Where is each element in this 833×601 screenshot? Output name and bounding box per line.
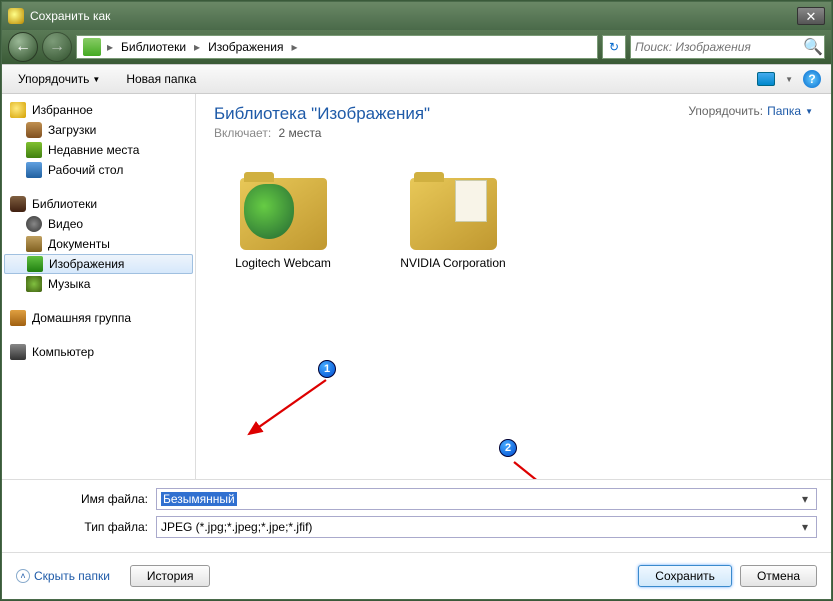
sidebar-recent[interactable]: Недавние места bbox=[2, 140, 195, 160]
sidebar-favorites[interactable]: Избранное bbox=[2, 100, 195, 120]
refresh-button[interactable]: ↻ bbox=[602, 35, 626, 59]
filetype-value: JPEG (*.jpg;*.jpeg;*.jpe;*.jfif) bbox=[161, 520, 312, 534]
help-button[interactable]: ? bbox=[803, 70, 821, 88]
sidebar[interactable]: Избранное Загрузки Недавние места Рабочи… bbox=[2, 94, 196, 479]
sidebar-item-label: Компьютер bbox=[32, 345, 94, 359]
hide-folders-label: Скрыть папки bbox=[34, 569, 110, 583]
filetype-select[interactable]: JPEG (*.jpg;*.jpeg;*.jpe;*.jfif) ▾ bbox=[156, 516, 817, 538]
breadcrumb-libraries[interactable]: Библиотеки bbox=[115, 40, 192, 54]
search-input[interactable] bbox=[631, 40, 802, 54]
sidebar-item-label: Недавние места bbox=[48, 143, 139, 157]
breadcrumb[interactable]: ▸ Библиотеки ▸ Изображения ▸ bbox=[76, 35, 598, 59]
homegroup-icon bbox=[10, 310, 26, 326]
close-button[interactable]: ✕ bbox=[797, 7, 825, 25]
titlebar: Сохранить как ✕ bbox=[2, 2, 831, 30]
annotation-arrow-2 bbox=[506, 454, 626, 479]
window-title: Сохранить как bbox=[30, 9, 110, 23]
sidebar-item-label: Документы bbox=[48, 237, 110, 251]
chevron-right-icon[interactable]: ▸ bbox=[292, 40, 298, 54]
sort-label: Упорядочить: bbox=[688, 104, 763, 118]
search-box[interactable]: 🔍 bbox=[630, 35, 825, 59]
sidebar-item-label: Загрузки bbox=[48, 123, 96, 137]
view-mode-button[interactable] bbox=[757, 72, 775, 86]
chevron-up-icon: ˄ bbox=[16, 569, 30, 583]
nav-bar: ← → ▸ Библиотеки ▸ Изображения ▸ ↻ 🔍 bbox=[2, 30, 831, 64]
content-area: Библиотека "Изображения" Включает: 2 мес… bbox=[196, 94, 831, 479]
sidebar-item-label: Рабочий стол bbox=[48, 163, 123, 177]
chevron-down-icon[interactable]: ▼ bbox=[785, 75, 793, 84]
sidebar-item-label: Домашняя группа bbox=[32, 311, 131, 325]
folder-logitech[interactable]: Logitech Webcam bbox=[218, 170, 348, 270]
video-icon bbox=[26, 216, 42, 232]
folder-nvidia[interactable]: NVIDIA Corporation bbox=[388, 170, 518, 270]
library-title: Библиотека "Изображения" bbox=[214, 104, 430, 124]
sidebar-homegroup[interactable]: Домашняя группа bbox=[2, 308, 195, 328]
recent-icon bbox=[26, 142, 42, 158]
folder-label: Logitech Webcam bbox=[218, 256, 348, 270]
new-folder-button[interactable]: Новая папка bbox=[120, 68, 202, 90]
sidebar-music[interactable]: Музыка bbox=[2, 274, 195, 294]
chevron-down-icon: ▼ bbox=[92, 75, 100, 84]
computer-icon bbox=[10, 344, 26, 360]
chevron-right-icon[interactable]: ▸ bbox=[194, 40, 200, 54]
filename-input[interactable]: Безымянный ▾ bbox=[156, 488, 817, 510]
sidebar-item-label: Видео bbox=[48, 217, 83, 231]
breadcrumb-images[interactable]: Изображения bbox=[202, 40, 289, 54]
sidebar-computer[interactable]: Компьютер bbox=[2, 342, 195, 362]
save-dialog: Сохранить как ✕ ← → ▸ Библиотеки ▸ Изобр… bbox=[1, 1, 832, 600]
save-button[interactable]: Сохранить bbox=[638, 565, 732, 587]
desktop-icon bbox=[26, 162, 42, 178]
sidebar-video[interactable]: Видео bbox=[2, 214, 195, 234]
music-icon bbox=[26, 276, 42, 292]
folder-icon bbox=[406, 170, 501, 250]
forward-button[interactable]: → bbox=[42, 32, 72, 62]
sidebar-libraries[interactable]: Библиотеки bbox=[2, 194, 195, 214]
sidebar-item-label: Музыка bbox=[48, 277, 90, 291]
sidebar-item-label: Библиотеки bbox=[32, 197, 97, 211]
folder-icon bbox=[236, 170, 331, 250]
library-icon bbox=[10, 196, 26, 212]
filetype-label: Тип файла: bbox=[16, 520, 156, 534]
downloads-icon bbox=[26, 122, 42, 138]
chevron-down-icon[interactable]: ▾ bbox=[798, 492, 812, 506]
chevron-down-icon: ▼ bbox=[805, 107, 813, 116]
sidebar-item-label: Изображения bbox=[49, 257, 124, 271]
chevron-right-icon[interactable]: ▸ bbox=[107, 40, 113, 54]
annotation-2: 2 bbox=[499, 439, 517, 457]
hide-folders-link[interactable]: ˄ Скрыть папки bbox=[16, 569, 110, 583]
search-icon[interactable]: 🔍 bbox=[802, 37, 824, 57]
cancel-button[interactable]: Отмена bbox=[740, 565, 817, 587]
folder-label: NVIDIA Corporation bbox=[388, 256, 518, 270]
filename-label: Имя файла: bbox=[16, 492, 156, 506]
library-subtitle: Включает: 2 места bbox=[214, 126, 430, 140]
annotation-1: 1 bbox=[318, 360, 336, 378]
history-button[interactable]: История bbox=[130, 565, 211, 587]
sort-value: Папка bbox=[767, 104, 801, 118]
sidebar-desktop[interactable]: Рабочий стол bbox=[2, 160, 195, 180]
location-icon bbox=[83, 38, 101, 56]
app-icon bbox=[8, 8, 24, 24]
sidebar-images[interactable]: Изображения bbox=[4, 254, 193, 274]
sort-by[interactable]: Упорядочить: Папка ▼ bbox=[688, 104, 813, 118]
toolbar: Упорядочить ▼ Новая папка ▼ ? bbox=[2, 64, 831, 94]
organize-menu[interactable]: Упорядочить ▼ bbox=[12, 68, 106, 90]
sidebar-documents[interactable]: Документы bbox=[2, 234, 195, 254]
form-area: Имя файла: Безымянный ▾ Тип файла: JPEG … bbox=[2, 479, 831, 552]
button-row: ˄ Скрыть папки История Сохранить Отмена bbox=[2, 552, 831, 599]
filename-value: Безымянный bbox=[161, 492, 237, 506]
chevron-down-icon[interactable]: ▾ bbox=[798, 520, 812, 534]
image-icon bbox=[27, 256, 43, 272]
document-icon bbox=[26, 236, 42, 252]
sidebar-item-label: Избранное bbox=[32, 103, 93, 117]
star-icon bbox=[10, 102, 26, 118]
organize-label: Упорядочить bbox=[18, 72, 89, 86]
annotation-arrow-1 bbox=[241, 372, 331, 442]
sidebar-downloads[interactable]: Загрузки bbox=[2, 120, 195, 140]
back-button[interactable]: ← bbox=[8, 32, 38, 62]
